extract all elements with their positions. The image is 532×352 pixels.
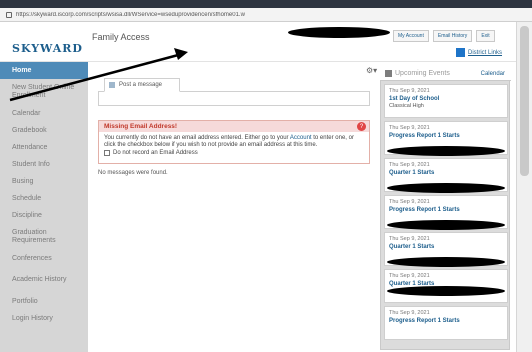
sidebar-item-busing[interactable]: Busing xyxy=(0,173,88,190)
event-date: Thu Sep 9, 2021 xyxy=(389,125,430,131)
sidebar-item-gradebook[interactable]: Gradebook xyxy=(0,122,88,139)
district-links[interactable]: District Links xyxy=(456,48,502,57)
sidebar-item-student-info[interactable]: Student Info xyxy=(0,156,88,173)
sidebar-item-attendance[interactable]: Attendance xyxy=(0,139,88,156)
sidebar-item-schedule[interactable]: Schedule xyxy=(0,190,88,207)
redaction-mark xyxy=(387,286,505,296)
redaction-mark xyxy=(387,220,505,230)
district-links-icon xyxy=(456,48,465,57)
event-item[interactable]: Thu Sep 9, 2021 Quarter 1 Starts xyxy=(384,158,508,193)
event-subtitle: Classical High xyxy=(389,103,424,109)
pencil-icon xyxy=(109,82,115,88)
missing-email-alert: Missing Email Address! ? You currently d… xyxy=(98,120,370,164)
account-link[interactable]: Account xyxy=(290,135,312,141)
header-links: My Account Email History Exit xyxy=(393,30,495,42)
address-bar[interactable]: https://skyward.iscorp.com/scripts/wsisa… xyxy=(0,8,532,22)
skyward-logo: SKYWARD xyxy=(12,42,83,55)
event-title[interactable]: Progress Report 1 Starts xyxy=(389,133,503,139)
event-title[interactable]: Progress Report 1 Starts xyxy=(389,318,503,324)
page-header: SKYWARD Family Access My Account Email H… xyxy=(0,22,516,62)
redaction-mark xyxy=(387,146,505,156)
app-title: Family Access xyxy=(92,32,150,42)
sidebar-item-academic-history[interactable]: Academic History xyxy=(0,267,88,293)
event-title[interactable]: Quarter 1 Starts xyxy=(389,170,503,176)
page-scrollbar[interactable] xyxy=(516,22,532,352)
event-date: Thu Sep 9, 2021 xyxy=(389,162,430,168)
sidebar-item-login-history[interactable]: Login History xyxy=(0,310,88,327)
scroll-thumb[interactable] xyxy=(520,26,529,176)
url-text[interactable]: https://skyward.iscorp.com/scripts/wsisa… xyxy=(16,12,245,18)
lock-icon xyxy=(6,11,12,18)
redaction-mark xyxy=(387,257,505,267)
post-message-tab[interactable]: Post a message xyxy=(104,78,180,92)
my-account-link[interactable]: My Account xyxy=(393,30,429,42)
redaction-mark xyxy=(288,27,390,38)
browser-titlebar xyxy=(0,0,532,8)
no-messages-text: No messages were found. xyxy=(98,170,168,176)
event-item[interactable]: Thu Sep 9, 2021 1st Day of School Classi… xyxy=(384,84,508,118)
no-email-checkbox-row[interactable]: Do not record an Email Address xyxy=(99,150,369,156)
event-date: Thu Sep 9, 2021 xyxy=(389,273,430,279)
exit-link[interactable]: Exit xyxy=(476,30,495,42)
event-title[interactable]: Quarter 1 Starts xyxy=(389,244,503,250)
sidebar-item-calendar[interactable]: Calendar xyxy=(0,105,88,122)
alert-title: Missing Email Address! xyxy=(99,121,369,132)
sidebar-item-discipline[interactable]: Discipline xyxy=(0,207,88,224)
events-title: Upcoming Events xyxy=(395,70,450,77)
message-tabbar: Post a message xyxy=(98,78,370,92)
event-date: Thu Sep 9, 2021 xyxy=(389,88,430,94)
calendar-link[interactable]: Calendar xyxy=(481,71,505,77)
event-date: Thu Sep 9, 2021 xyxy=(389,236,430,242)
sidebar-item-graduation[interactable]: Graduation Requirements xyxy=(0,224,88,250)
no-email-checkbox-label: Do not record an Email Address xyxy=(113,150,198,156)
redaction-mark xyxy=(387,183,505,193)
sidebar-nav: Home New Student Online Enrollment Calen… xyxy=(0,62,88,352)
gear-icon[interactable]: ⚙▾ xyxy=(366,66,377,75)
no-email-checkbox[interactable] xyxy=(104,150,110,156)
event-date: Thu Sep 9, 2021 xyxy=(389,199,430,205)
upcoming-events-panel: Upcoming Events Calendar Thu Sep 9, 2021… xyxy=(380,67,511,350)
calendar-icon xyxy=(385,70,392,77)
alert-body: You currently do not have an email addre… xyxy=(99,132,369,149)
event-title[interactable]: 1st Day of School xyxy=(389,96,503,102)
sidebar-item-portfolio[interactable]: Portfolio xyxy=(0,293,88,310)
close-icon[interactable]: ? xyxy=(357,122,366,131)
event-item[interactable]: Thu Sep 9, 2021 Progress Report 1 Starts xyxy=(384,121,508,156)
event-date: Thu Sep 9, 2021 xyxy=(389,310,430,316)
event-item[interactable]: Thu Sep 9, 2021 Progress Report 1 Starts xyxy=(384,195,508,230)
post-message-label: Post a message xyxy=(119,82,163,88)
event-title[interactable]: Progress Report 1 Starts xyxy=(389,207,503,213)
alert-text-pre: You currently do not have an email addre… xyxy=(104,135,289,141)
main-content: ⚙▾ Post a message Missing Email Address!… xyxy=(98,66,377,346)
event-item[interactable]: Thu Sep 9, 2021 Progress Report 1 Starts xyxy=(384,306,508,340)
sidebar-item-home[interactable]: Home xyxy=(0,62,88,79)
event-item[interactable]: Thu Sep 9, 2021 Quarter 1 Starts xyxy=(384,269,508,303)
events-header: Upcoming Events Calendar xyxy=(381,67,511,81)
sidebar-item-conferences[interactable]: Conferences xyxy=(0,250,88,267)
email-history-link[interactable]: Email History xyxy=(432,30,473,42)
event-item[interactable]: Thu Sep 9, 2021 Quarter 1 Starts xyxy=(384,232,508,267)
district-links-label[interactable]: District Links xyxy=(468,50,502,56)
message-input[interactable] xyxy=(98,92,370,106)
sidebar-item-enrollment[interactable]: New Student Online Enrollment xyxy=(0,79,88,105)
